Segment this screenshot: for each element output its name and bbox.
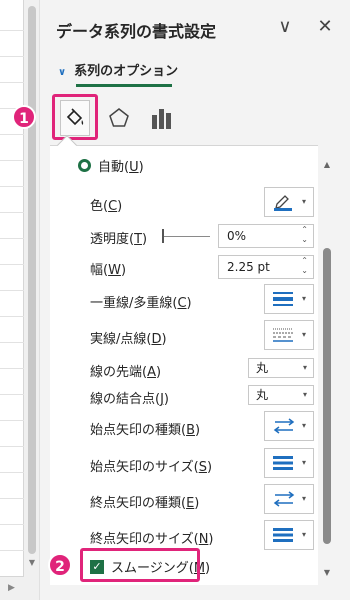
cap-type-dropdown[interactable]: 丸 ▾ [248, 358, 314, 378]
tab-label: 系列のオプション [74, 64, 179, 79]
end-arrow-type-label: 終点矢印の種類(E) [90, 496, 200, 511]
join-type-label: 線の結合点(J) [90, 392, 169, 407]
compound-type-dropdown[interactable]: ▾ [264, 284, 314, 314]
format-data-series-pane: データ系列の書式設定 ∨ ✕ ∨ 系列のオプション 1 ▲ ▼ 自動(U) 色(… [12, 0, 350, 600]
grid-row-line [0, 420, 24, 421]
grid-row-line [0, 134, 24, 135]
scroll-thumb[interactable] [323, 248, 331, 544]
arrow-type-icon [273, 418, 295, 434]
callout-badge-2: 2 [48, 553, 72, 577]
dash-lines-icon [273, 328, 293, 342]
chevron-down-icon: ▾ [302, 390, 307, 399]
chevron-down-icon: ∨ [58, 67, 67, 78]
transparency-spinner[interactable]: 0% ⌃ ⌄ [218, 224, 314, 248]
chevron-down-icon: ▾ [301, 197, 306, 206]
line-color-dropdown[interactable]: ▾ [264, 187, 314, 217]
auto-label: 自動(U) [98, 160, 144, 175]
compound-type-label: 一重線/多重線(C) [90, 296, 192, 311]
grid-row-line [0, 498, 24, 499]
cap-type-label: 線の先端(A) [90, 365, 162, 380]
end-arrow-type-dropdown[interactable]: ▾ [264, 484, 314, 514]
grid-row-line [0, 30, 24, 31]
grid-row-line [0, 316, 24, 317]
cap-type-value: 丸 [256, 361, 269, 375]
grid-row-line [0, 524, 24, 525]
grid-row-line [0, 290, 24, 291]
begin-arrow-size-dropdown[interactable]: ▾ [264, 448, 314, 478]
join-type-dropdown[interactable]: 丸 ▾ [248, 385, 314, 405]
grid-row-line [0, 56, 24, 57]
sheet-tab-nav[interactable]: ▶ [0, 576, 24, 600]
effects-button[interactable] [104, 100, 134, 136]
transparency-label: 透明度(T) [90, 232, 148, 247]
grid-row-line [0, 238, 24, 239]
spinner-arrows-icon[interactable]: ⌃ ⌄ [301, 256, 308, 276]
grid-row-line [0, 186, 24, 187]
pane-vertical-scrollbar[interactable]: ▲ ▼ [320, 150, 334, 580]
begin-arrow-size-label: 始点矢印のサイズ(S) [90, 460, 213, 475]
callout-badge-1: 1 [12, 105, 36, 129]
collapse-icon[interactable]: ∨ [272, 14, 298, 40]
play-right-icon[interactable]: ▶ [8, 583, 15, 593]
grid-row-line [0, 394, 24, 395]
width-spinner[interactable]: 2.25 pt ⌃ ⌄ [218, 255, 314, 279]
join-type-value: 丸 [256, 388, 269, 402]
grid-row-line [0, 550, 24, 551]
callout-highlight-2 [80, 548, 200, 582]
scroll-thumb[interactable] [28, 6, 36, 554]
sheet-vertical-scrollbar[interactable]: ▼ [24, 0, 40, 600]
begin-arrow-type-dropdown[interactable]: ▾ [264, 411, 314, 441]
grid-row-line [0, 82, 24, 83]
scroll-down-icon[interactable]: ▼ [320, 568, 334, 577]
tab-active-indicator [76, 84, 172, 87]
dash-type-label: 実線/点線(D) [90, 332, 167, 347]
chevron-down-icon: ▾ [301, 421, 306, 430]
width-label: 幅(W) [90, 263, 127, 278]
compound-lines-icon [273, 292, 293, 306]
chevron-down-icon: ▾ [302, 363, 307, 372]
grid-row-line [0, 446, 24, 447]
pane-title: データ系列の書式設定 [56, 22, 217, 41]
worksheet-edge [0, 0, 24, 600]
pen-color-icon [274, 195, 292, 211]
close-icon[interactable]: ✕ [312, 14, 338, 40]
transparency-slider[interactable] [164, 236, 210, 237]
begin-arrow-type-label: 始点矢印の種類(B) [90, 423, 201, 438]
grid-row-line [0, 264, 24, 265]
pentagon-icon [109, 108, 129, 127]
end-arrow-size-label: 終点矢印のサイズ(N) [90, 532, 214, 547]
radio-selected-icon[interactable] [78, 159, 91, 172]
chevron-down-icon: ▾ [301, 294, 306, 303]
grid-row-line [0, 342, 24, 343]
arrow-size-icon [273, 528, 293, 542]
spinner-arrows-icon[interactable]: ⌃ ⌄ [301, 225, 308, 245]
tab-series-options[interactable]: ∨ 系列のオプション [58, 60, 178, 79]
grid-row-line [0, 368, 24, 369]
scroll-down-icon[interactable]: ▼ [24, 558, 40, 567]
chevron-down-icon: ▾ [301, 494, 306, 503]
width-value[interactable]: 2.25 pt [227, 260, 270, 274]
dash-type-dropdown[interactable]: ▾ [264, 320, 314, 350]
scroll-up-icon[interactable]: ▲ [320, 160, 334, 169]
callout-highlight-1 [52, 94, 98, 140]
end-arrow-size-dropdown[interactable]: ▾ [264, 520, 314, 550]
grid-row-line [0, 472, 24, 473]
series-options-button[interactable] [146, 100, 176, 136]
grid-row-line [0, 160, 24, 161]
arrow-size-icon [273, 456, 293, 470]
auto-radio[interactable]: 自動(U) [78, 156, 144, 175]
chevron-down-icon: ▾ [301, 530, 306, 539]
bar-chart-icon [152, 109, 171, 129]
color-label: 色(C) [90, 199, 123, 214]
chevron-down-icon: ▾ [301, 458, 306, 467]
arrow-type-icon [273, 491, 295, 507]
grid-row-line [0, 212, 24, 213]
chevron-down-icon: ▾ [301, 330, 306, 339]
transparency-value[interactable]: 0% [227, 229, 246, 243]
